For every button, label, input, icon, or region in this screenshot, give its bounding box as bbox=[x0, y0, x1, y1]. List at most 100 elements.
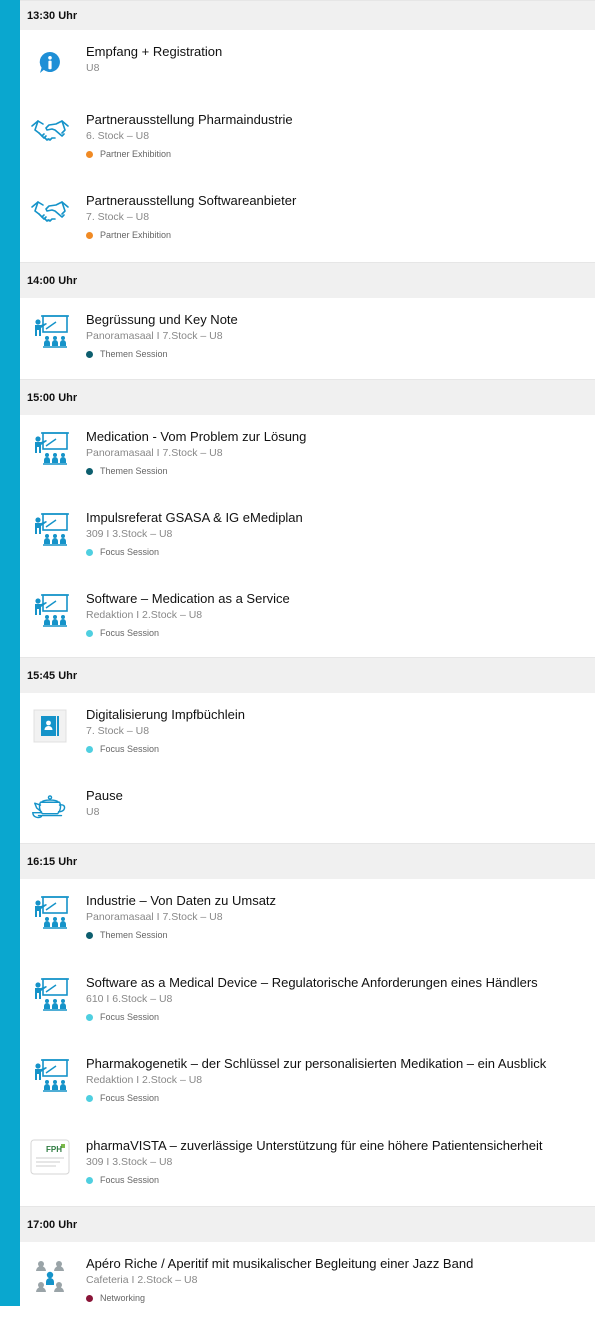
session-item-digitalisierung-impfb-chlein[interactable]: Digitalisierung Impfbüchlein 7. Stock – U… bbox=[20, 693, 595, 774]
session-location: Redaktion I 2.Stock – U8 bbox=[86, 1074, 203, 1086]
presentation-icon bbox=[30, 430, 70, 466]
session-type-dot bbox=[86, 1176, 93, 1184]
session-item-impulsreferat-gsasa-ig-emediplan[interactable]: Impulsreferat GSASA & IG eMediplan 309 I … bbox=[20, 496, 595, 577]
time-label: 15:45 Uhr bbox=[27, 669, 78, 682]
session-type-badge: Themen Session bbox=[86, 349, 591, 359]
agenda-list: 13:30 Uhr Empfang + Registration U8 Partner… bbox=[20, 0, 595, 1332]
sidebar-accent-bar bbox=[0, 0, 20, 1306]
session-type-badge: Focus Session bbox=[86, 1175, 591, 1185]
session-type-label: Partner Exhibition bbox=[100, 230, 172, 240]
session-location: 7. Stock – U8 bbox=[86, 725, 150, 737]
session-type-dot bbox=[86, 1094, 93, 1102]
session-item-pharmavista-zuverl-ssige-unterst-tzung-f[interactable]: FPH pharmaVISTA – zuverlässige Unterstütz… bbox=[20, 1124, 595, 1206]
session-type-badge: Focus Session bbox=[86, 1012, 591, 1022]
fph-logo-text: FPH bbox=[46, 1145, 62, 1154]
session-type-dot bbox=[86, 548, 93, 556]
info-icon bbox=[30, 45, 70, 81]
time-label: 15:00 Uhr bbox=[27, 391, 78, 404]
session-location: 309 I 3.Stock – U8 bbox=[86, 528, 173, 540]
session-type-label: Focus Session bbox=[100, 628, 160, 638]
session-title: Pause bbox=[86, 788, 123, 803]
session-type-label: Focus Session bbox=[100, 1175, 160, 1185]
session-location: Redaktion I 2.Stock – U8 bbox=[86, 609, 203, 621]
session-item-software-medication-as-a-service[interactable]: Software – Medication as a Service Redakt… bbox=[20, 577, 595, 657]
presentation-icon bbox=[30, 1057, 70, 1093]
session-location: 7. Stock – U8 bbox=[86, 211, 150, 223]
session-type-dot bbox=[86, 931, 93, 939]
session-item-partnerausstellung-pharmaindustrie[interactable]: Partnerausstellung Pharmaindustrie 6. Sto… bbox=[20, 98, 595, 179]
session-title: Partnerausstellung Pharmaindustrie bbox=[86, 112, 293, 127]
session-title: pharmaVISTA – zuverlässige Unterstützung… bbox=[86, 1138, 543, 1153]
time-header: 16:15 Uhr bbox=[20, 843, 595, 879]
session-type-dot bbox=[86, 1013, 93, 1021]
session-location: 610 I 6.Stock – U8 bbox=[86, 993, 173, 1005]
session-location: Panoramasaal I 7.Stock – U8 bbox=[86, 447, 223, 459]
session-title: Impulsreferat GSASA & IG eMediplan bbox=[86, 510, 303, 525]
session-type-badge: Partner Exhibition bbox=[86, 230, 591, 240]
session-title: Industrie – Von Daten zu Umsatz bbox=[86, 893, 277, 908]
session-type-label: Focus Session bbox=[100, 1093, 160, 1103]
session-type-label: Partner Exhibition bbox=[100, 149, 172, 159]
session-item-pause[interactable]: Pause U8 bbox=[20, 774, 595, 843]
session-type-badge: Networking bbox=[86, 1293, 591, 1303]
session-title: Medication - Vom Problem zur Lösung bbox=[86, 429, 307, 444]
handshake-icon bbox=[30, 113, 70, 149]
presentation-icon bbox=[30, 313, 70, 349]
session-title: Partnerausstellung Softwareanbieter bbox=[86, 193, 297, 208]
session-type-badge: Focus Session bbox=[86, 744, 591, 754]
session-type-label: Networking bbox=[100, 1293, 146, 1303]
session-item-ap-ro-riche-aperitif-mit-musikalischer-b[interactable]: Apéro Riche / Aperitif mit musikalischer… bbox=[20, 1242, 595, 1332]
session-location: 6. Stock – U8 bbox=[86, 130, 150, 142]
session-type-badge: Focus Session bbox=[86, 1093, 591, 1103]
contact-book-icon bbox=[30, 708, 70, 744]
time-label: 13:30 Uhr bbox=[27, 9, 78, 22]
session-type-badge: Themen Session bbox=[86, 930, 591, 940]
time-header: 15:00 Uhr bbox=[20, 379, 595, 415]
session-type-label: Focus Session bbox=[100, 744, 160, 754]
session-type-badge: Focus Session bbox=[86, 547, 591, 557]
session-location: Cafeteria I 2.Stock – U8 bbox=[86, 1274, 198, 1286]
session-item-pharmakogenetik-der-schl-ssel-zur-person[interactable]: Pharmakogenetik – der Schlüssel zur pers… bbox=[20, 1042, 595, 1124]
session-item-medication-vom-problem-zur-l-sung[interactable]: Medication - Vom Problem zur Lösung Panor… bbox=[20, 415, 595, 496]
session-title: Begrüssung und Key Note bbox=[86, 312, 238, 327]
presentation-icon bbox=[30, 976, 70, 1012]
time-header: 17:00 Uhr bbox=[20, 1206, 595, 1242]
teapot-icon bbox=[30, 789, 70, 825]
session-title: Software – Medication as a Service bbox=[86, 591, 290, 606]
presentation-icon bbox=[30, 894, 70, 930]
session-item-industrie-von-daten-zu-umsatz[interactable]: Industrie – Von Daten zu Umsatz Panoramas… bbox=[20, 879, 595, 961]
session-type-dot bbox=[86, 150, 93, 158]
session-type-badge: Focus Session bbox=[86, 628, 591, 638]
session-type-dot bbox=[86, 1294, 93, 1302]
handshake-icon bbox=[30, 194, 70, 230]
time-label: 14:00 Uhr bbox=[27, 274, 78, 287]
session-title: Apéro Riche / Aperitif mit musikalischer… bbox=[86, 1256, 474, 1271]
session-location: U8 bbox=[86, 62, 100, 74]
session-type-dot bbox=[86, 745, 93, 753]
session-type-label: Focus Session bbox=[100, 547, 160, 557]
presentation-icon bbox=[30, 592, 70, 628]
session-type-label: Themen Session bbox=[100, 466, 168, 476]
session-title: Software as a Medical Device – Regulator… bbox=[86, 975, 538, 990]
session-type-label: Themen Session bbox=[100, 349, 168, 359]
session-item-partnerausstellung-softwareanbieter[interactable]: Partnerausstellung Softwareanbieter 7. St… bbox=[20, 179, 595, 262]
time-label: 17:00 Uhr bbox=[27, 1218, 78, 1231]
fph-logo-icon: FPH bbox=[30, 1139, 70, 1175]
time-label: 16:15 Uhr bbox=[27, 855, 78, 868]
session-type-dot bbox=[86, 350, 93, 358]
session-item-begr-ssung-und-key-note[interactable]: Begrüssung und Key Note Panoramasaal I 7.… bbox=[20, 298, 595, 379]
session-type-badge: Partner Exhibition bbox=[86, 149, 591, 159]
time-header: 13:30 Uhr bbox=[20, 0, 595, 30]
session-title: Pharmakogenetik – der Schlüssel zur pers… bbox=[86, 1056, 547, 1071]
session-location: Panoramasaal I 7.Stock – U8 bbox=[86, 911, 223, 923]
session-title: Empfang + Registration bbox=[86, 44, 223, 59]
session-item-empfang-registration[interactable]: Empfang + Registration U8 bbox=[20, 30, 595, 98]
session-location: 309 I 3.Stock – U8 bbox=[86, 1156, 173, 1168]
time-header: 15:45 Uhr bbox=[20, 657, 595, 693]
session-type-label: Focus Session bbox=[100, 1012, 160, 1022]
time-header: 14:00 Uhr bbox=[20, 262, 595, 298]
session-title: Digitalisierung Impfbüchlein bbox=[86, 707, 245, 722]
session-type-dot bbox=[86, 629, 93, 637]
session-type-badge: Themen Session bbox=[86, 466, 591, 476]
session-item-software-as-a-medical-device-regulatoris[interactable]: Software as a Medical Device – Regulator… bbox=[20, 961, 595, 1042]
